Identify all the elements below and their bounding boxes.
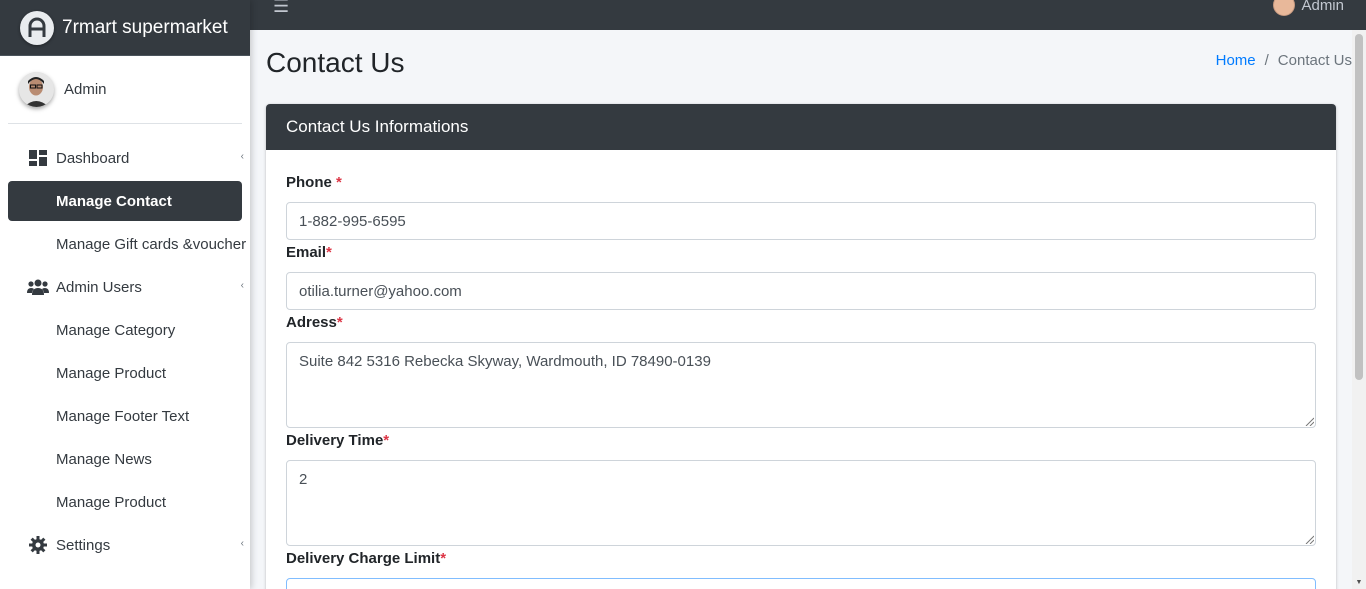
user-name[interactable]: Admin (64, 81, 107, 98)
breadcrumb-current: Contact Us (1277, 52, 1352, 69)
sidebar-item-label: Manage Product (56, 364, 167, 382)
breadcrumb-separator: / (1264, 52, 1269, 69)
delivery-charge-limit-input[interactable] (286, 578, 1316, 589)
address-textarea-value: Suite 842 5316 Rebecka Skyway, Wardmouth… (299, 353, 711, 370)
user-avatar[interactable] (19, 72, 54, 107)
delivery-time-textarea-value: 2 (299, 471, 308, 488)
main-content: Contact Us Home / Contact Us Contact Us … (250, 30, 1352, 589)
sidebar-item-label: Manage Category (56, 321, 176, 339)
sidebar-item-label: Manage Footer Text (56, 407, 190, 425)
user-panel: Admin (8, 56, 242, 124)
user-menu[interactable]: Admin (1273, 0, 1344, 16)
delivery-time-textarea[interactable]: 2 (286, 460, 1316, 546)
brand-link[interactable]: 7rmart supermarket (0, 0, 250, 56)
email-input[interactable]: otilia.turner@yahoo.com (286, 272, 1316, 310)
chevron-left-icon: ‹ (240, 151, 244, 162)
page-title: Contact Us (266, 47, 405, 78)
chevron-left-icon: ‹ (240, 280, 244, 291)
required-marker: * (336, 174, 342, 191)
delivery-time-label: Delivery Time* (286, 432, 389, 449)
chevron-left-icon: ‹ (240, 538, 244, 549)
card-title: Contact Us Informations (266, 104, 1336, 150)
email-input-value: otilia.turner@yahoo.com (299, 282, 462, 300)
address-textarea[interactable]: Suite 842 5316 Rebecka Skyway, Wardmouth… (286, 342, 1316, 428)
sidebar-item-label: Admin Users (56, 278, 142, 296)
delivery-charge-limit-label-text: Delivery Charge Limit (286, 550, 441, 567)
address-label: Adress* (286, 314, 343, 331)
top-user-name: Admin (1301, 0, 1344, 14)
sidebar-item-label: Manage News (56, 450, 152, 468)
sidebar-item-manage-footer-text[interactable]: Manage Footer Text (8, 396, 242, 436)
required-marker: * (383, 432, 390, 449)
required-marker: * (336, 314, 343, 331)
breadcrumb: Home / Contact Us (1216, 52, 1352, 69)
sidebar-item-settings[interactable]: Settings ‹ (8, 525, 244, 565)
sidebar-item-manage-contact[interactable]: Manage Contact (8, 181, 242, 221)
resize-handle-icon[interactable] (1305, 417, 1314, 426)
top-avatar (1273, 0, 1296, 16)
resize-handle-icon[interactable] (1305, 535, 1314, 544)
sidebar-item-label: Manage Product (56, 493, 167, 511)
sidebar-item-manage-product-2[interactable]: Manage Product (8, 482, 242, 522)
contact-info-card: Contact Us Informations Phone * 1-882-99… (266, 104, 1336, 589)
gear-icon (26, 536, 50, 554)
sidebar-item-manage-gift-cards[interactable]: Manage Gift cards &voucher (8, 224, 246, 264)
page-scrollbar[interactable]: ▲ ▼ (1352, 30, 1366, 589)
sidebar-item-label: Manage Gift cards &voucher (56, 235, 247, 253)
scroll-down-arrow-icon[interactable]: ▼ (1352, 575, 1366, 589)
brand-name: 7rmart supermarket (62, 16, 228, 38)
users-icon (26, 279, 50, 295)
sidebar-nav: Dashboard ‹ Manage Contact Manage Gift c… (0, 138, 250, 565)
dashboard-icon (26, 150, 50, 166)
sidebar-item-label: Manage Contact (56, 192, 172, 210)
breadcrumb-home-link[interactable]: Home (1216, 52, 1256, 69)
scroll-thumb[interactable] (1355, 34, 1363, 380)
address-label-text: Adress (286, 314, 337, 331)
phone-label: Phone * (286, 174, 342, 191)
menu-toggle-icon[interactable]: ☰ (273, 0, 289, 17)
phone-label-text: Phone (286, 174, 332, 191)
email-label: Email* (286, 244, 332, 261)
sidebar-item-manage-news[interactable]: Manage News (8, 439, 242, 479)
email-label-text: Email (286, 244, 327, 261)
topbar: ☰ Admin (250, 0, 1366, 30)
sidebar-item-admin-users[interactable]: Admin Users ‹ (8, 267, 244, 307)
sidebar-item-manage-product[interactable]: Manage Product (8, 353, 242, 393)
sidebar-item-manage-category[interactable]: Manage Category (8, 310, 242, 350)
required-marker: * (326, 244, 332, 261)
phone-input-value: 1-882-995-6595 (299, 212, 406, 230)
sidebar: 7rmart supermarket Admin Dashboard ‹ Man… (0, 0, 250, 589)
brand-logo-icon (20, 10, 54, 45)
sidebar-item-label: Dashboard (56, 149, 130, 167)
delivery-time-label-text: Delivery Time (286, 432, 384, 449)
sidebar-item-label: Settings (56, 536, 111, 554)
delivery-charge-limit-label: Delivery Charge Limit* (286, 550, 446, 567)
phone-input[interactable]: 1-882-995-6595 (286, 202, 1316, 240)
required-marker: * (440, 550, 447, 567)
sidebar-item-dashboard[interactable]: Dashboard ‹ (8, 138, 244, 178)
